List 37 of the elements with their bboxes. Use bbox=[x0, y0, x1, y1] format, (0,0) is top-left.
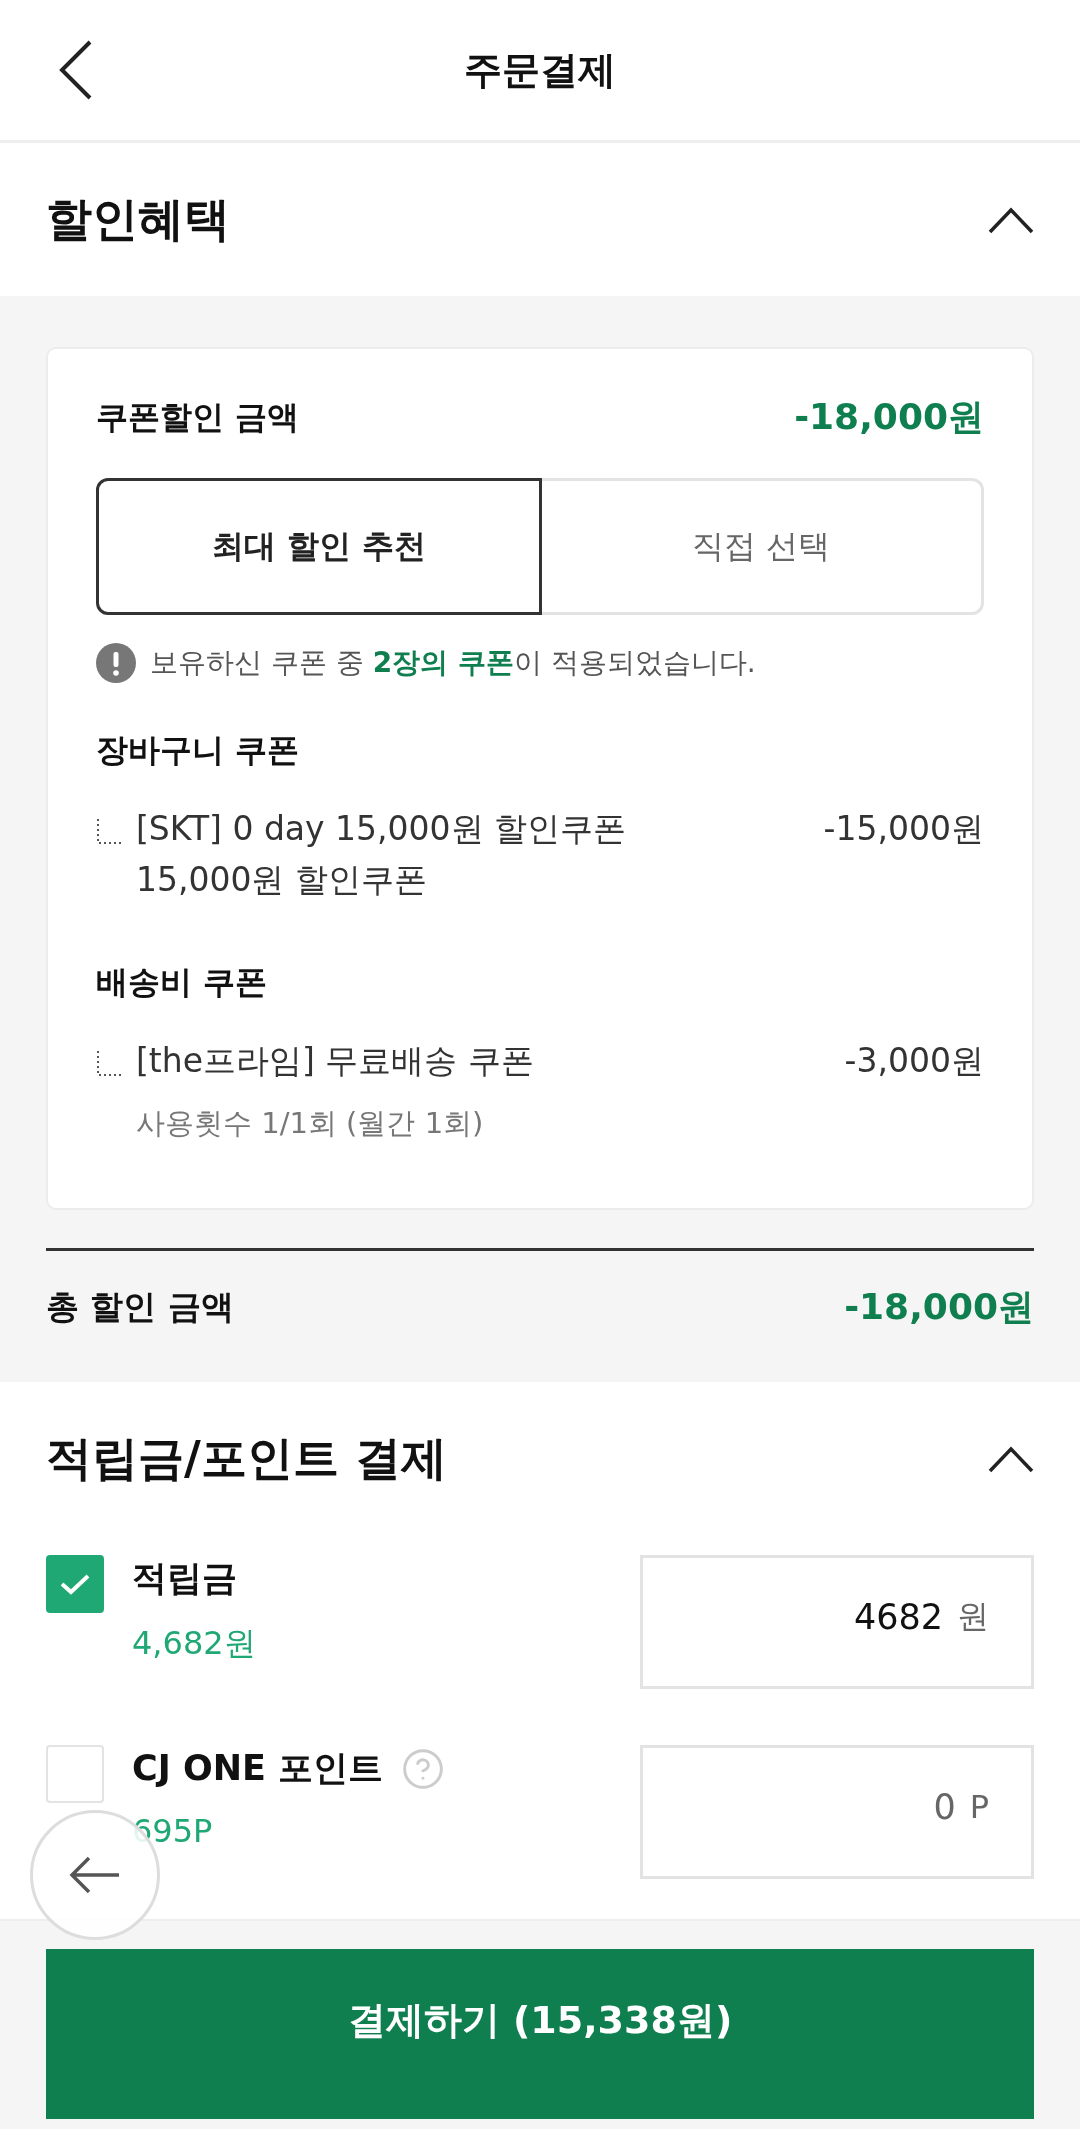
coupon-discount: -3,000원 bbox=[844, 1040, 984, 1083]
points-label: CJ ONE 포인트 bbox=[132, 1747, 384, 1791]
coupon-amount: -18,000원 bbox=[794, 395, 984, 439]
coupon-name: [the프라임] 무료배송 쿠폰 bbox=[136, 1040, 535, 1083]
unit-label: 원 bbox=[957, 1596, 989, 1638]
unit-label: P bbox=[969, 1788, 989, 1827]
points-balance: 695P bbox=[132, 1812, 214, 1851]
chevron-up-icon bbox=[988, 1444, 1034, 1473]
notice-text: 보유하신 쿠폰 중 2장의 쿠폰이 적용되었습니다. bbox=[150, 645, 756, 681]
total-amount: -18,000원 bbox=[844, 1285, 1034, 1330]
group-title: 배송비 쿠폰 bbox=[96, 962, 269, 1004]
chevron-up-icon bbox=[988, 205, 1034, 234]
page-title: 주문결제 bbox=[464, 46, 616, 94]
collapse-button[interactable] bbox=[988, 1444, 1034, 1473]
coupon-tab[interactable]: 직접 선택 bbox=[541, 478, 984, 615]
total-label: 총 할인 금액 bbox=[46, 1286, 234, 1329]
info-icon bbox=[96, 643, 136, 683]
points-value: 4682 bbox=[853, 1597, 943, 1638]
checkbox[interactable] bbox=[46, 1745, 104, 1804]
group-title: 장바구니 쿠폰 bbox=[96, 730, 301, 771]
points-field[interactable]: 0 P bbox=[640, 1745, 1034, 1880]
coupon-label: 쿠폰할인 금액 bbox=[96, 396, 300, 438]
arrow-left-icon bbox=[69, 1855, 121, 1895]
points-label: 적립금 bbox=[132, 1557, 237, 1601]
coupon-discount: -15,000원 bbox=[823, 808, 984, 850]
section-title: 적립금/포인트 결제 bbox=[46, 1429, 447, 1487]
checkbox[interactable] bbox=[46, 1555, 104, 1614]
coupon-name: [SKT] 0 day 15,000원 할인쿠폰 15,000원 할인쿠폰 bbox=[136, 808, 628, 902]
check-icon bbox=[59, 1572, 91, 1597]
pay-button[interactable]: 결제하기 (15,338원) bbox=[46, 1949, 1034, 2120]
usage-note: 사용횟수 1/1회 (월간 1회) bbox=[136, 1105, 485, 1143]
points-value: 0 bbox=[933, 1787, 956, 1828]
coupon-tab[interactable]: 최대 할인 추천 bbox=[96, 478, 542, 615]
collapse-button[interactable] bbox=[988, 205, 1034, 234]
points-field[interactable]: 4682 원 bbox=[640, 1555, 1034, 1690]
section-title: 할인혜택 bbox=[46, 190, 230, 248]
points-balance: 4,682원 bbox=[132, 1623, 256, 1665]
